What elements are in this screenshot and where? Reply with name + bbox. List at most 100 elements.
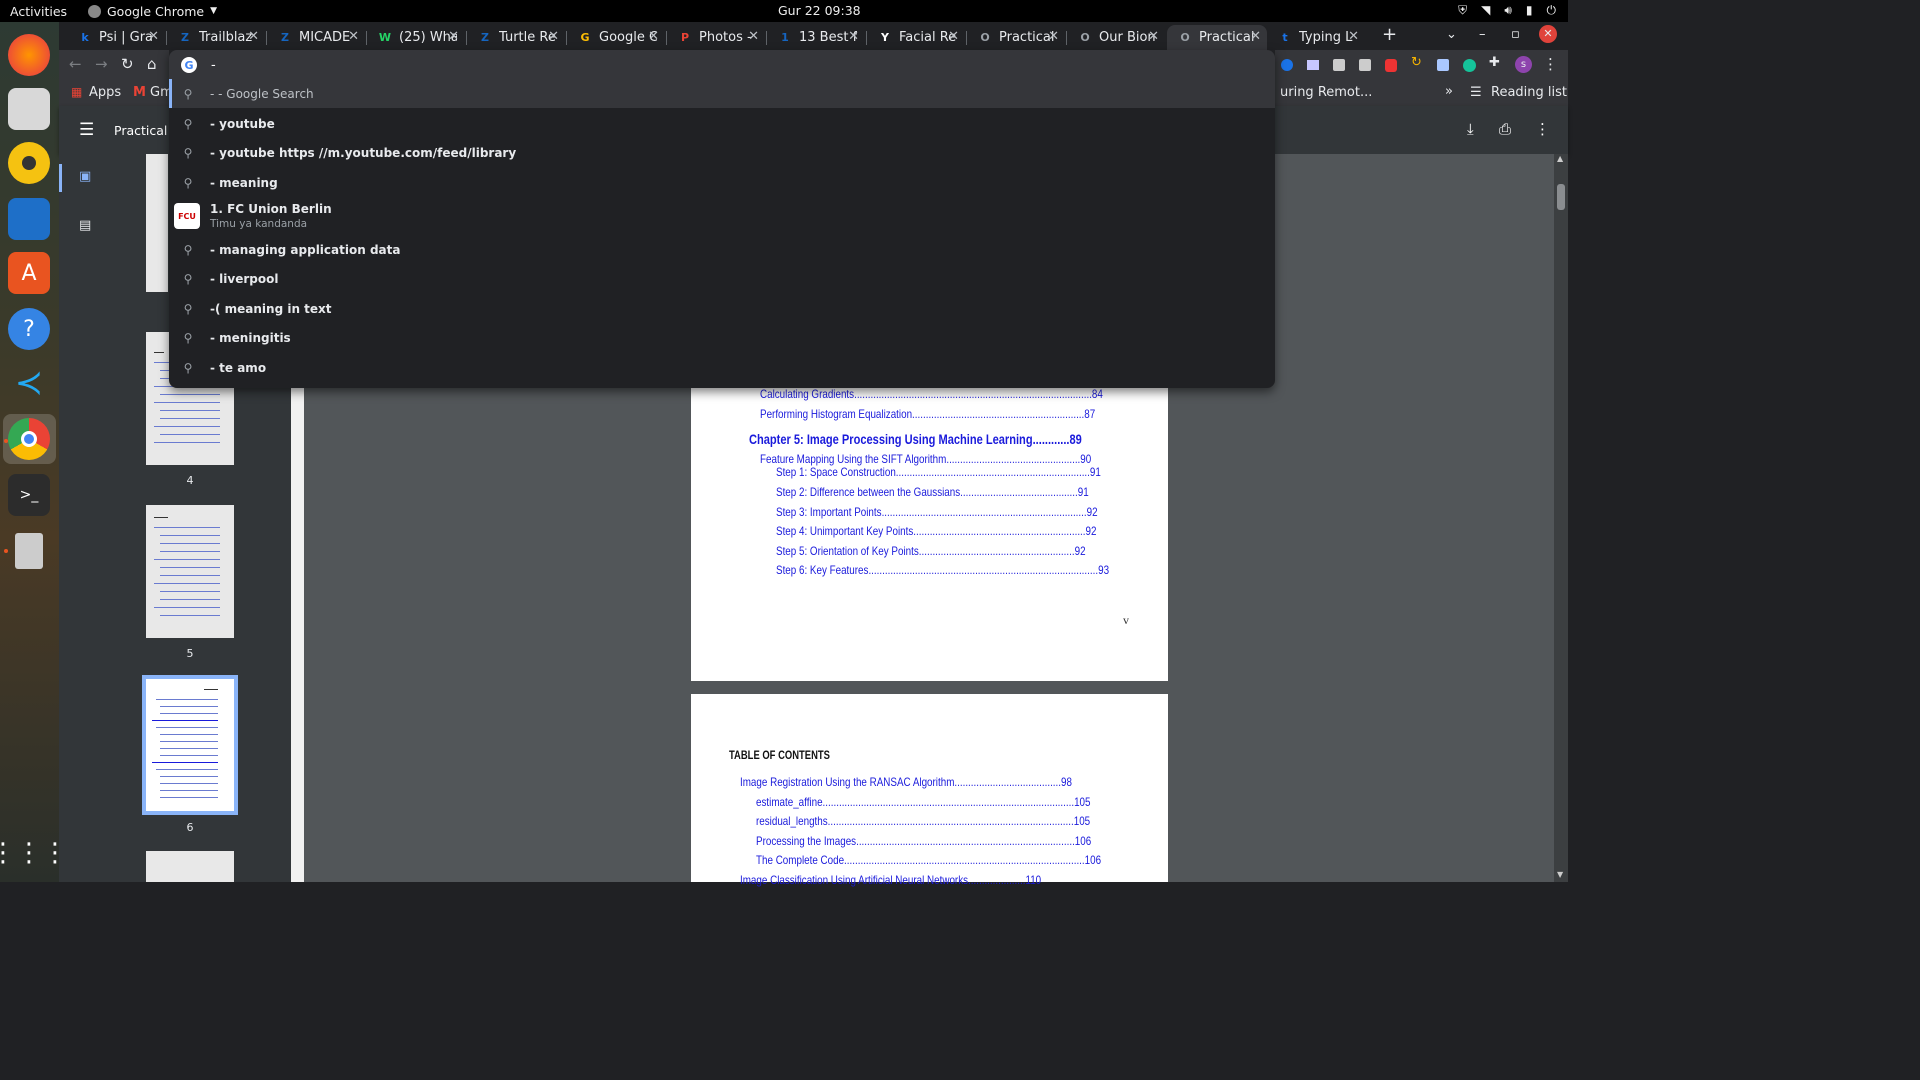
close-tab-icon[interactable]: ✕ [348,29,359,44]
omnibox-input[interactable] [211,57,1111,73]
ublock-icon[interactable] [1385,59,1397,72]
maximize-icon[interactable]: ▫ [1511,27,1520,42]
clock[interactable]: Gur 22 09:38 [778,3,861,18]
scroll-thumb[interactable] [1557,184,1565,210]
tab-search-icon[interactable]: ⌄ [1446,27,1457,42]
firefox-icon[interactable] [8,34,50,76]
page-thumbnail[interactable] [146,154,168,292]
more-bookmarks-icon[interactable]: » [1445,84,1453,99]
scroll-down-icon[interactable]: ▼ [1557,870,1563,879]
close-tab-icon[interactable]: ✕ [1348,29,1359,44]
profile-avatar[interactable]: s [1515,56,1532,73]
extensions-puzzle-icon[interactable]: ✚ [1489,55,1500,70]
close-tab-icon[interactable]: ✕ [848,29,859,44]
browser-menu-icon[interactable]: ⋮ [1543,55,1558,73]
toc-entry[interactable]: Step 1: Space Construction..............… [776,465,1101,479]
activities-button[interactable]: Activities [0,4,76,19]
toc-entry[interactable]: The Complete Code.......................… [756,853,1101,867]
toc-entry[interactable]: Processing the Images...................… [756,834,1091,848]
rhythmbox-icon[interactable] [8,142,50,184]
help-icon[interactable]: ? [8,308,50,350]
close-tab-icon[interactable]: ✕ [1250,29,1261,44]
omnibox[interactable]: G [169,50,1275,80]
vscode-icon[interactable]: ≺ [8,362,50,404]
close-tab-icon[interactable]: ✕ [448,29,459,44]
tab[interactable]: t Typing L ✕ [1267,25,1365,50]
reload-icon[interactable]: ↻ [121,55,134,73]
page-thumbnail[interactable] [146,505,234,638]
toc-entry[interactable]: Image Registration Using the RANSAC Algo… [740,775,1072,789]
suggestion[interactable]: ⚲ -( meaning in text [169,294,1275,323]
suggestion[interactable]: ⚲ - managing application data [169,235,1275,264]
toc-entry[interactable]: estimate_affine.........................… [756,795,1091,809]
close-window-icon[interactable]: ✕ [1539,25,1557,43]
suggestion[interactable]: ⚲ - youtube https //m.youtube.com/feed/li… [169,139,1275,168]
toc-entry[interactable]: Step 2: Difference between the Gaussians… [776,485,1089,499]
suggestion[interactable]: ⚲ - te amo [169,353,1275,382]
print-icon[interactable]: ⎙ [1499,120,1511,138]
close-tab-icon[interactable]: ✕ [1048,29,1059,44]
chrome-dock-icon[interactable] [8,418,50,460]
toc-entry[interactable]: Chapter 5: Image Processing Using Machin… [749,432,1082,447]
toc-entry[interactable]: residual_lengths........................… [756,814,1090,828]
toc-entry[interactable]: Feature Mapping Using the SIFT Algorithm… [760,452,1091,466]
tab[interactable]: Z Trailblaz ✕ [167,25,265,50]
tab[interactable]: Z Turtle Re ✕ [467,25,565,50]
apps-bookmark[interactable]: Apps [89,85,121,100]
tab[interactable]: O Practical ✕ [967,25,1065,50]
tab[interactable]: Z MICADE ✕ [267,25,365,50]
show-apps-icon[interactable]: ⋮⋮⋮ [0,832,68,874]
close-tab-icon[interactable]: ✕ [948,29,959,44]
reading-list-button[interactable]: Reading list [1491,85,1567,100]
download-icon[interactable]: ⤓ [1467,120,1474,138]
tab[interactable]: k Psi | Gra ✕ [67,25,165,50]
home-icon[interactable]: ⌂ [147,55,157,73]
tab[interactable]: W (25) Wha ✕ [367,25,465,50]
thumbnail-view-icon[interactable]: ▣ [79,169,91,184]
toc-entry[interactable]: Step 3: Important Points................… [776,505,1098,519]
scrollbar[interactable]: ▲ ▼ [1554,154,1568,882]
software-center-icon[interactable]: A [8,252,50,294]
toc-entry[interactable]: Step 4: Unimportant Key Points..........… [776,524,1096,538]
tab[interactable]: G Google C ✕ [567,25,665,50]
suggestion[interactable]: ⚲ - youtube [169,109,1275,138]
toc-entry[interactable]: Step 5: Orientation of Key Points.......… [776,544,1086,558]
close-tab-icon[interactable]: ✕ [1148,29,1159,44]
extension-icon[interactable]: ↻ [1411,55,1422,70]
suggestion[interactable]: ⚲ - meningitis [169,324,1275,353]
toc-entry[interactable]: Performing Histogram Equalization.......… [760,407,1095,421]
system-tray[interactable]: ⛨ ◥ 🔊︎ ▮ ⏻ [1458,3,1556,18]
close-tab-icon[interactable]: ✕ [548,29,559,44]
close-tab-icon[interactable]: ✕ [248,29,259,44]
minimize-icon[interactable]: – [1479,27,1486,42]
tab[interactable]: P Photos - ✕ [667,25,765,50]
extension-icon[interactable] [1281,59,1293,71]
toc-entry[interactable]: Image Classification Using Artificial Ne… [740,873,1041,887]
app-menu[interactable]: Google Chrome ▼ [88,4,217,19]
files-icon[interactable] [8,88,50,130]
new-tab-button[interactable]: + [1382,24,1397,45]
tab[interactable]: O Our Bion ✕ [1067,25,1165,50]
suggestion[interactable]: ⚲ - meaning [169,168,1275,197]
page-thumbnail-selected[interactable] [142,675,238,815]
tab[interactable]: 1 13 Best f ✕ [767,25,865,50]
tab[interactable]: Y Facial Re ✕ [867,25,965,50]
suggestion-selected[interactable]: ⚲ - - Google Search [169,79,1275,108]
apps-grid-icon[interactable]: ▦ [71,85,82,99]
extension-icon[interactable] [1333,59,1345,71]
more-options-icon[interactable]: ⋮ [1535,120,1550,138]
remote-bookmark[interactable]: uring Remot... [1280,85,1372,100]
toc-entry[interactable]: Calculating Gradients...................… [760,387,1103,401]
scroll-up-icon[interactable]: ▲ [1557,154,1563,163]
forward-icon[interactable]: → [95,55,108,73]
writer-icon[interactable] [8,198,50,240]
page-thumbnail[interactable] [146,851,234,882]
suggestion[interactable]: ⚲ - liverpool [169,265,1275,294]
back-icon[interactable]: ← [69,55,82,73]
extension-icon[interactable] [1307,60,1319,70]
menu-icon[interactable]: ☰ [79,120,94,140]
close-tab-icon[interactable]: ✕ [648,29,659,44]
toc-entry[interactable]: Step 6: Key Features....................… [776,563,1109,577]
extension-icon[interactable] [1359,59,1371,71]
grammarly-icon[interactable] [1463,59,1476,72]
